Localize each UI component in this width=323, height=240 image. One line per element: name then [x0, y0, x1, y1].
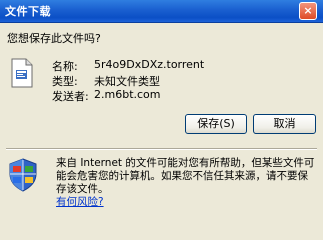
file-name-label: 名称: [52, 60, 78, 73]
risk-link[interactable]: 有何风险? [56, 196, 104, 208]
security-warning-text: 来自 Internet 的文件可能对您有所帮助，但某些文件可能会危害您的计算机。… [56, 157, 315, 195]
divider [6, 148, 317, 150]
file-type-value: 未知文件类型 [94, 75, 160, 88]
close-button[interactable]: × [299, 2, 317, 20]
save-question: 您想保存此文件吗? [7, 32, 101, 45]
file-download-dialog: 文件下载 × 您想保存此文件吗? 名称: 5r4o9DxDXz.torrent … [0, 0, 323, 208]
file-from-value: 2.m6bt.com [94, 88, 161, 101]
file-type-label: 类型: [52, 75, 78, 88]
generic-file-icon [11, 58, 33, 88]
cancel-button[interactable]: 取消 [253, 114, 316, 134]
file-from-label: 发送者: [52, 90, 89, 103]
close-icon: × [303, 4, 313, 17]
title-bar[interactable]: 文件下载 × [0, 0, 323, 23]
security-shield-icon [9, 158, 37, 192]
window-title: 文件下载 [5, 5, 51, 18]
save-button[interactable]: 保存(S) [185, 114, 247, 134]
file-name-value: 5r4o9DxDXz.torrent [94, 58, 205, 71]
security-warning: 来自 Internet 的文件可能对您有所帮助，但某些文件可能会危害您的计算机。… [56, 157, 318, 209]
